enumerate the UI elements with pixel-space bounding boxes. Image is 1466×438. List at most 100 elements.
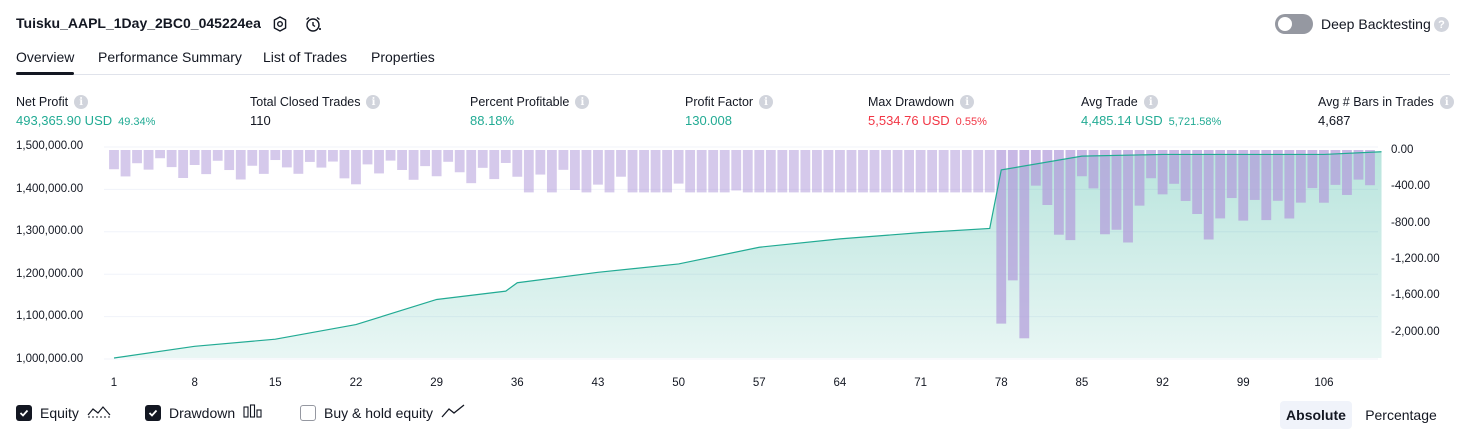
drawdown-bar [800,150,811,193]
drawdown-bar [258,150,269,174]
drawdown-bar [858,150,868,193]
drawdown-bar [535,150,546,175]
drawdown-bar [1134,150,1145,206]
drawdown-checkbox[interactable] [145,404,161,421]
drawdown-bar [1065,150,1076,241]
drawdown-bar [1192,150,1203,214]
drawdown-bar [224,150,235,171]
drawdown-bar [1342,150,1352,195]
drawdown-bar [639,150,649,193]
drawdown-bar [1180,150,1191,201]
drawdown-bar [304,150,315,162]
drawdown-bar [1042,150,1053,205]
drawdown-bar [351,150,361,185]
drawdown-bar [650,150,661,193]
legend-buy-hold[interactable]: Buy & hold equity [300,403,465,422]
drawdown-bar [523,150,534,193]
drawdown-bar [1053,150,1064,235]
drawdown-bar [984,150,995,193]
drawdown-bar [235,150,246,180]
drawdown-bar [777,150,788,193]
drawdown-bar [927,150,938,193]
drawdown-bar [385,150,396,161]
drawdown-bar [973,150,984,193]
legend-equity[interactable]: Equity [16,403,111,422]
drawdown-bar [328,150,338,162]
drawdown-bar [616,150,626,177]
drawdown-bar [374,150,384,174]
drawdown-bar [1295,150,1306,203]
drawdown-bar [132,150,142,164]
drawdown-bar [420,150,431,167]
drawdown-bar [1238,150,1249,221]
drawdown-bar [1203,150,1214,240]
drawdown-bar [742,150,753,193]
drawdown-bar [1261,150,1272,221]
drawdown-bar [512,150,523,177]
drawdown-bar [477,150,488,168]
drawdown-bar [489,150,500,180]
drawdown-bar [1353,150,1364,180]
drawdown-bar [892,150,903,193]
drawdown-bar [1365,150,1375,186]
drawdown-bar [570,150,580,190]
drawdown-bar [719,150,730,193]
legend-drawdown[interactable]: Drawdown [145,403,263,422]
drawdown-bar [869,150,880,193]
drawdown-bar [1249,150,1260,200]
drawdown-bar [270,150,281,161]
drawdown-bar [1272,150,1283,201]
absolute-button[interactable]: Absolute [1280,401,1352,429]
drawdown-bar [950,150,961,193]
drawdown-bar [811,150,822,193]
drawdown-bar [754,150,765,193]
drawdown-bar [915,150,926,193]
drawdown-bar [881,150,891,193]
drawdown-bar [823,150,834,193]
trend-line-icon [441,403,465,422]
drawdown-bar [593,150,603,185]
drawdown-bar [961,150,972,193]
drawdown-bar [178,150,189,178]
drawdown-bar [558,150,569,170]
drawdown-bar [466,150,477,184]
drawdown-bar [1330,150,1341,185]
percentage-button[interactable]: Percentage [1358,401,1444,429]
drawdown-bar [904,150,914,193]
drawdown-bar [143,150,154,170]
drawdown-bar [397,150,407,170]
drawdown-bar [938,150,949,193]
drawdown-bar [1318,150,1329,203]
drawdown-bar [120,150,131,177]
equity-checkbox[interactable] [16,404,32,421]
legend-drawdown-label: Drawdown [169,404,236,421]
drawdown-bar [627,150,638,193]
drawdown-bar [662,150,673,193]
drawdown-bar [1007,150,1018,281]
drawdown-bar [604,150,615,193]
drawdown-bar [443,150,454,162]
drawdown-bar [1019,150,1030,339]
drawdown-bar [454,150,465,173]
drawdown-bar [765,150,776,193]
drawdown-bar [166,150,177,168]
drawdown-bar [996,150,1007,324]
drawdown-bar [731,150,742,191]
drawdown-bar [1077,150,1087,177]
drawdown-bar [201,150,212,175]
drawdown-bar [1111,150,1122,230]
drawdown-bar [500,150,511,163]
drawdown-bar [109,150,119,170]
drawdown-bar [1226,150,1237,199]
equity-drawdown-chart[interactable] [0,0,1466,438]
drawdown-bar [1307,150,1318,189]
drawdown-bar [1215,150,1226,219]
buy-hold-checkbox[interactable] [300,404,316,421]
drawdown-bar [408,150,419,180]
drawdown-bar [362,150,373,165]
drawdown-bar [581,150,592,193]
drawdown-bar [685,150,696,193]
drawdown-bar [846,150,857,193]
drawdown-bar [247,150,258,166]
drawdown-bar [1284,150,1295,219]
